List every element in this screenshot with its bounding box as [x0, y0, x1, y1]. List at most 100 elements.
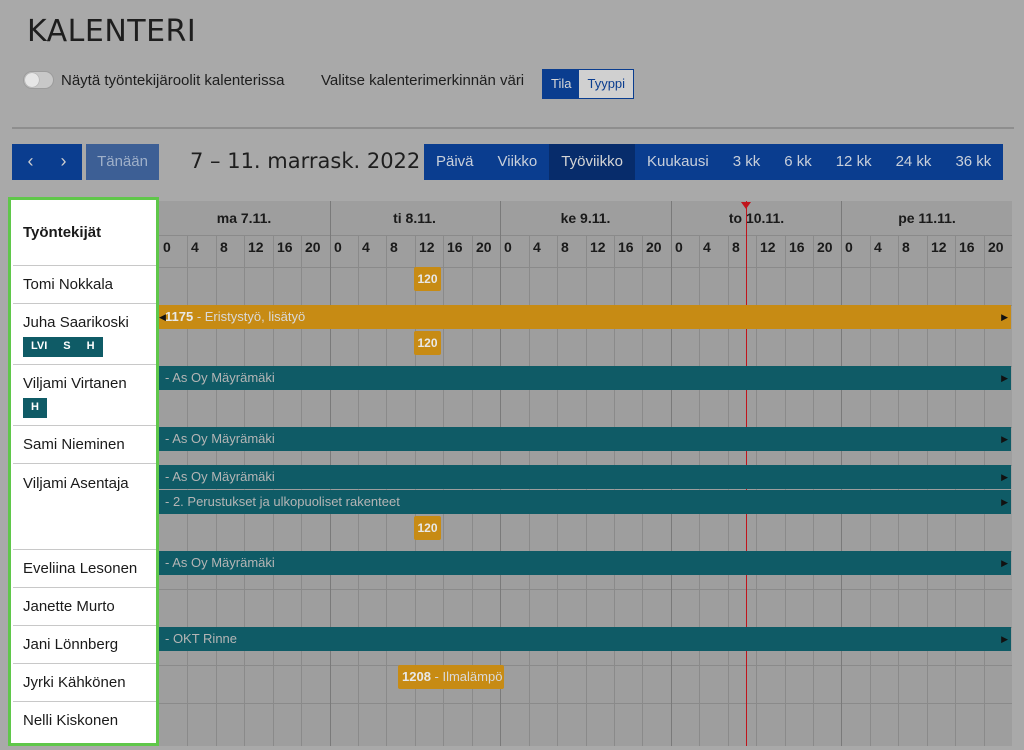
hour-label: 16: [959, 239, 975, 255]
employee-row[interactable]: Janette Murto: [13, 588, 156, 626]
hour-label: 8: [902, 239, 910, 255]
role-badges: H: [23, 398, 156, 418]
hour-label: 12: [760, 239, 776, 255]
view-workweek[interactable]: Työviikko: [549, 144, 635, 180]
view-12m[interactable]: 12 kk: [824, 144, 884, 180]
day-header: pe 11.11.: [898, 210, 956, 226]
hour-label: 4: [362, 239, 370, 255]
divider: [12, 127, 1014, 129]
hour-label: 20: [305, 239, 321, 255]
event-chip[interactable]: 120: [414, 516, 441, 540]
event-label: - OKT Rinne: [165, 631, 238, 646]
role-badges: LVI S H: [23, 337, 156, 357]
hour-label: 4: [191, 239, 199, 255]
event-bar[interactable]: - 2. Perustukset ja ulkopuoliset rakente…: [159, 490, 1011, 514]
event-label: - Ilmalämpö: [430, 669, 503, 684]
hour-label: 4: [533, 239, 541, 255]
role-badge: H: [78, 337, 103, 357]
event-bar[interactable]: - As Oy Mäyrämäki ▶: [159, 551, 1011, 575]
event-number: 1208: [402, 669, 431, 684]
color-option-tyyppi[interactable]: Tyyppi: [579, 70, 634, 98]
hour-label: 8: [390, 239, 398, 255]
day-header: to 10.11.: [728, 210, 785, 226]
event-label: - As Oy Mäyrämäki: [165, 431, 275, 446]
hour-label: 16: [618, 239, 634, 255]
hour-label: 8: [220, 239, 228, 255]
employee-sidebar: Työntekijät Tomi Nokkala Juha Saarikoski…: [8, 197, 159, 746]
prev-button[interactable]: ‹: [12, 144, 49, 180]
employee-name: Juha Saarikoski: [23, 314, 129, 331]
employee-row[interactable]: Sami Nieminen: [13, 426, 156, 464]
employee-row[interactable]: Juha Saarikoski LVI S H: [13, 304, 156, 365]
current-time-marker: [741, 202, 751, 209]
event-label: - As Oy Mäyrämäki: [165, 555, 275, 570]
roles-toggle-label: Näytä työntekijäroolit kalenterissa: [61, 72, 285, 89]
roles-toggle[interactable]: [23, 71, 54, 89]
hour-label: 4: [703, 239, 711, 255]
employee-row[interactable]: Viljami Asentaja: [13, 464, 156, 550]
event-bar[interactable]: - As Oy Mäyrämäki ▶: [159, 366, 1011, 390]
employee-row[interactable]: Jani Lönnberg: [13, 626, 156, 664]
hour-label: 0: [504, 239, 512, 255]
event-label: - 2. Perustukset ja ulkopuoliset rakente…: [165, 494, 400, 509]
event-bar[interactable]: 1208 - Ilmalämpö: [398, 665, 504, 689]
hour-label: 16: [447, 239, 463, 255]
view-switcher: Päivä Viikko Työviikko Kuukausi 3 kk 6 k…: [424, 144, 1004, 180]
event-bar[interactable]: - As Oy Mäyrämäki ▶: [159, 465, 1011, 489]
view-week[interactable]: Viikko: [486, 144, 550, 180]
hour-label: 16: [789, 239, 805, 255]
view-day[interactable]: Päivä: [424, 144, 486, 180]
hour-label: 20: [988, 239, 1004, 255]
event-label: - As Oy Mäyrämäki: [165, 370, 275, 385]
hour-label: 20: [817, 239, 833, 255]
page-title: KALENTERI: [27, 14, 197, 49]
hour-label: 0: [334, 239, 342, 255]
event-chip[interactable]: 120: [414, 267, 441, 291]
event-bar[interactable]: - As Oy Mäyrämäki ▶: [159, 427, 1011, 451]
event-bar[interactable]: ◀ 1175 - Eristystyö, lisätyö ▶: [159, 305, 1011, 329]
hour-label: 12: [590, 239, 606, 255]
color-option-tila[interactable]: Tila: [543, 70, 580, 98]
hour-label: 12: [931, 239, 947, 255]
employees-header: Työntekijät: [13, 200, 156, 266]
role-badge: H: [23, 398, 47, 418]
view-6m[interactable]: 6 kk: [772, 144, 824, 180]
hour-label: 20: [646, 239, 662, 255]
event-chip[interactable]: 120: [414, 331, 441, 355]
hour-label: 4: [874, 239, 882, 255]
calendar-grid[interactable]: 0 4 8 12 16 20 0 4 8 12 16 20 0 4 8 12 16 20 0 4 8 12 16 20 0 4 8 1…: [159, 201, 1012, 746]
employee-row[interactable]: Tomi Nokkala: [13, 266, 156, 304]
hour-label: 0: [163, 239, 171, 255]
role-badge: S: [55, 337, 79, 357]
hour-label: 12: [248, 239, 264, 255]
next-button[interactable]: ›: [45, 144, 82, 180]
date-range: 7 – 11. marrask. 2022: [190, 149, 421, 173]
color-label: Valitse kalenterimerkinnän väri: [321, 72, 525, 89]
employee-row[interactable]: Nelli Kiskonen: [13, 702, 156, 740]
day-header: ma 7.11.: [216, 210, 272, 226]
hour-label: 12: [419, 239, 435, 255]
view-month[interactable]: Kuukausi: [635, 144, 721, 180]
toggle-knob: [25, 73, 39, 87]
event-label: - Eristystyö, lisätyö: [193, 309, 306, 324]
role-badge: LVI: [23, 337, 56, 357]
view-3m[interactable]: 3 kk: [721, 144, 773, 180]
view-36m[interactable]: 36 kk: [943, 144, 1003, 180]
event-number: 1175: [165, 309, 194, 324]
hour-label: 16: [277, 239, 293, 255]
hour-label: 8: [732, 239, 740, 255]
hour-label: 20: [476, 239, 492, 255]
today-button[interactable]: Tänään: [86, 144, 159, 180]
employee-row[interactable]: Jyrki Kähkönen: [13, 664, 156, 702]
event-label: - As Oy Mäyrämäki: [165, 469, 275, 484]
hour-label: 0: [675, 239, 683, 255]
employee-name: Viljami Virtanen: [23, 375, 127, 392]
event-bar[interactable]: - OKT Rinne ▶: [159, 627, 1011, 651]
employee-row[interactable]: Viljami Virtanen H: [13, 365, 156, 426]
employee-row[interactable]: Eveliina Lesonen: [13, 550, 156, 588]
hour-label: 8: [561, 239, 569, 255]
view-24m[interactable]: 24 kk: [884, 144, 944, 180]
hour-label: 0: [845, 239, 853, 255]
day-header: ke 9.11.: [560, 210, 611, 226]
day-header: ti 8.11.: [393, 210, 436, 226]
